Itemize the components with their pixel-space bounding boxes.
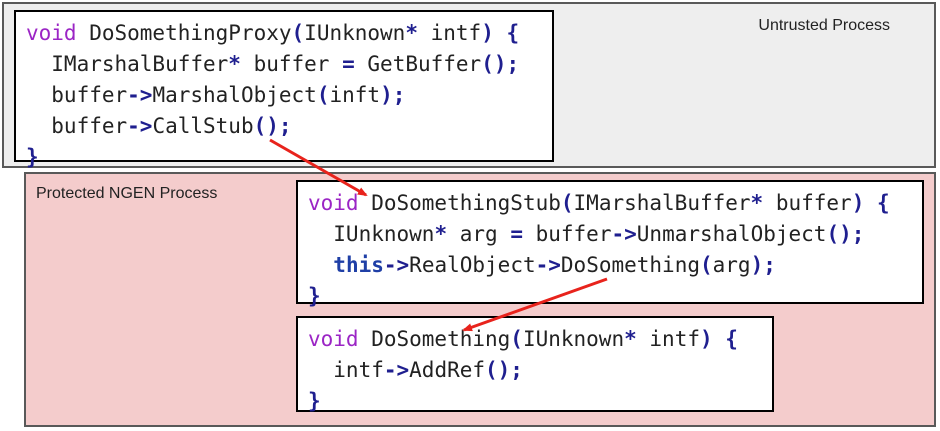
code-token: (); bbox=[253, 114, 292, 138]
proxy-code-box: void DoSomethingProxy(IUnknown* intf) { … bbox=[14, 10, 554, 169]
code-token: buffer bbox=[26, 114, 128, 138]
code-token: MarshalObject bbox=[152, 83, 317, 107]
code-token: DoSomethingProxy bbox=[76, 21, 292, 45]
impl-code-line: void DoSomething(IUnknown* intf) { bbox=[308, 324, 762, 355]
code-token: ( bbox=[316, 83, 330, 107]
code-token: IUnknown bbox=[304, 21, 406, 45]
code-token: buffer bbox=[26, 83, 128, 107]
stub-code-box: void DoSomethingStub(IMarshalBuffer* buf… bbox=[296, 180, 924, 308]
code-token: = bbox=[342, 52, 355, 76]
code-token: IMarshalBuffer bbox=[26, 52, 229, 76]
code-token: ( bbox=[560, 191, 574, 215]
code-token: buffer bbox=[240, 52, 343, 76]
code-token: = bbox=[510, 222, 523, 246]
code-token: intf bbox=[308, 358, 384, 382]
code-token: -> bbox=[383, 253, 410, 277]
code-token: arg bbox=[447, 222, 511, 246]
code-token: } bbox=[26, 145, 39, 169]
code-token: DoSomething bbox=[560, 253, 700, 277]
code-token: { bbox=[725, 327, 738, 351]
code-token: IUnknown bbox=[308, 222, 435, 246]
impl-code-line: intf->AddRef(); bbox=[308, 355, 762, 386]
code-token: ) bbox=[481, 21, 494, 45]
proxy-code-line: } bbox=[26, 142, 542, 173]
code-token: ( bbox=[699, 253, 713, 277]
code-token: ( bbox=[291, 21, 305, 45]
proxy-code-line: void DoSomethingProxy(IUnknown* intf) { bbox=[26, 18, 542, 49]
code-token: * bbox=[405, 21, 418, 45]
code-token: DoSomething bbox=[358, 327, 511, 351]
code-token: -> bbox=[127, 114, 153, 138]
code-token: intf bbox=[417, 21, 482, 45]
code-token: } bbox=[308, 389, 321, 413]
code-token: buffer bbox=[763, 191, 852, 215]
proxy-code-line: IMarshalBuffer* buffer = GetBuffer(); bbox=[26, 49, 542, 80]
code-token: buffer bbox=[522, 222, 612, 246]
code-token: * bbox=[750, 191, 764, 215]
code-token: } bbox=[308, 284, 321, 308]
proxy-code-line: buffer->CallStub(); bbox=[26, 111, 542, 142]
untrusted-process-label: Untrusted Process bbox=[758, 17, 890, 34]
stub-code-line: } bbox=[308, 281, 912, 312]
code-token: void bbox=[308, 191, 359, 215]
code-token: (); bbox=[826, 222, 865, 246]
code-token: RealObject bbox=[409, 253, 536, 277]
code-token: DoSomethingStub bbox=[358, 191, 561, 215]
proxy-code-line: buffer->MarshalObject(inft); bbox=[26, 80, 542, 111]
code-token: IUnknown bbox=[522, 327, 625, 351]
code-token: arg bbox=[712, 253, 751, 277]
code-token: * bbox=[434, 222, 448, 246]
code-token: UnmarshalObject bbox=[636, 222, 827, 246]
code-token: ) bbox=[699, 327, 713, 351]
code-token: CallStub bbox=[152, 114, 254, 138]
stub-code-line: IUnknown* arg = buffer->UnmarshalObject(… bbox=[308, 219, 912, 250]
code-token: (); bbox=[485, 358, 523, 382]
code-token: IMarshalBuffer bbox=[573, 191, 751, 215]
code-token: (); bbox=[481, 52, 520, 76]
code-token: ( bbox=[510, 327, 523, 351]
stub-code-line: this->RealObject->DoSomething(arg); bbox=[308, 250, 912, 281]
code-token: -> bbox=[127, 83, 153, 107]
code-token: GetBuffer bbox=[354, 52, 482, 76]
code-token: ); bbox=[380, 83, 406, 107]
impl-code-box: void DoSomething(IUnknown* intf) { intf-… bbox=[296, 316, 774, 413]
code-token: { bbox=[506, 21, 520, 45]
code-token: -> bbox=[611, 222, 637, 246]
code-token: { bbox=[877, 191, 890, 215]
code-token: void bbox=[26, 21, 77, 45]
code-token: intf bbox=[636, 327, 700, 351]
code-token: void bbox=[308, 327, 359, 351]
code-token: * bbox=[228, 52, 241, 76]
stub-code-line: void DoSomethingStub(IMarshalBuffer* buf… bbox=[308, 188, 912, 219]
code-token: ); bbox=[750, 253, 776, 277]
code-token: -> bbox=[383, 358, 410, 382]
protected-ngen-process-label: Protected NGEN Process bbox=[36, 185, 218, 202]
code-token: AddRef bbox=[409, 358, 486, 382]
impl-code-line: } bbox=[308, 386, 762, 417]
code-token: inft bbox=[329, 83, 381, 107]
code-token: this bbox=[333, 253, 384, 277]
code-token: ) bbox=[851, 191, 865, 215]
code-token: -> bbox=[535, 253, 561, 277]
code-token: * bbox=[624, 327, 637, 351]
